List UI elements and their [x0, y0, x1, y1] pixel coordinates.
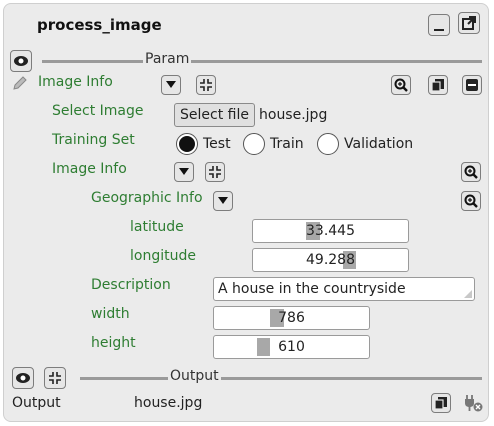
- minimize-icon: [434, 29, 444, 31]
- height-label: height: [91, 335, 136, 351]
- description-input[interactable]: A house in the countryside: [213, 277, 475, 301]
- copy-icon: [431, 79, 444, 92]
- select-image-label: Select Image: [52, 103, 144, 119]
- param-visibility-toggle[interactable]: [10, 50, 32, 72]
- radio-train[interactable]: [243, 133, 265, 155]
- radio-test[interactable]: [176, 133, 198, 155]
- longitude-label: longitude: [130, 248, 196, 264]
- training-set-label: Training Set: [52, 132, 135, 148]
- output-section-label: Output: [168, 368, 221, 384]
- selected-filename: house.jpg: [259, 107, 328, 123]
- radio-test-label: Test: [203, 136, 231, 152]
- geographic-info-label: Geographic Info: [91, 190, 203, 206]
- latitude-label: latitude: [130, 219, 184, 235]
- longitude-value: 49.288: [306, 252, 355, 268]
- image-info-zoom-button[interactable]: [391, 75, 411, 95]
- output-value: house.jpg: [134, 395, 203, 411]
- eye-icon: [16, 373, 30, 383]
- inner-image-info-zoom-button[interactable]: [461, 162, 481, 182]
- open-external-button[interactable]: [458, 12, 480, 34]
- width-value: 786: [278, 310, 305, 326]
- output-collapse-button[interactable]: [44, 367, 66, 389]
- triangle-down-icon: [218, 197, 228, 204]
- collapse-icon: [49, 372, 61, 384]
- image-info-copy-button[interactable]: [428, 75, 448, 95]
- image-info-dropdown[interactable]: [161, 75, 181, 95]
- output-visibility-toggle[interactable]: [12, 367, 34, 389]
- height-slider-handle[interactable]: [257, 338, 270, 356]
- process-image-node: process_image Param Image Info Select Im…: [3, 3, 489, 422]
- plug-disconnected-icon[interactable]: [462, 393, 484, 413]
- height-value: 610: [278, 339, 305, 355]
- magnify-icon: [464, 165, 478, 179]
- radio-validation[interactable]: [317, 133, 339, 155]
- output-divider: [80, 377, 482, 380]
- width-label: width: [91, 306, 130, 322]
- collapse-icon: [200, 79, 212, 91]
- image-info-collapse-button[interactable]: [196, 75, 216, 95]
- triangle-down-icon: [179, 168, 189, 175]
- description-label: Description: [91, 277, 171, 293]
- node-title: process_image: [37, 16, 162, 34]
- geographic-info-dropdown[interactable]: [213, 191, 233, 211]
- radio-train-label: Train: [270, 136, 304, 152]
- radio-validation-label: Validation: [344, 136, 414, 152]
- copy-icon: [434, 397, 447, 410]
- inner-image-info-label: Image Info: [52, 161, 127, 177]
- longitude-input[interactable]: 49.288: [252, 248, 409, 272]
- output-copy-button[interactable]: [431, 393, 451, 413]
- geographic-info-zoom-button[interactable]: [461, 191, 481, 211]
- height-input[interactable]: 610: [213, 335, 370, 359]
- inner-image-info-collapse-button[interactable]: [205, 162, 225, 182]
- triangle-down-icon: [166, 81, 176, 88]
- param-section-label: Param: [143, 51, 192, 67]
- latitude-value: 33.445: [306, 223, 355, 239]
- output-label: Output: [12, 395, 61, 411]
- minimize-button[interactable]: [428, 14, 450, 36]
- pencil-icon: [13, 76, 27, 90]
- magnify-icon: [464, 194, 478, 208]
- magnify-icon: [394, 78, 408, 92]
- eye-icon: [14, 56, 28, 66]
- select-file-button[interactable]: Select file: [174, 103, 255, 127]
- image-info-label: Image Info: [38, 74, 113, 90]
- param-divider: [42, 60, 482, 63]
- latitude-input[interactable]: 33.445: [252, 219, 409, 243]
- description-value: A house in the countryside: [218, 281, 406, 297]
- minus-box-icon: [466, 79, 478, 91]
- collapse-icon: [209, 166, 221, 178]
- image-info-remove-button[interactable]: [462, 75, 482, 95]
- resize-grip-icon[interactable]: [463, 289, 473, 299]
- inner-image-info-dropdown[interactable]: [174, 162, 194, 182]
- external-link-icon: [462, 16, 476, 30]
- width-input[interactable]: 786: [213, 306, 370, 330]
